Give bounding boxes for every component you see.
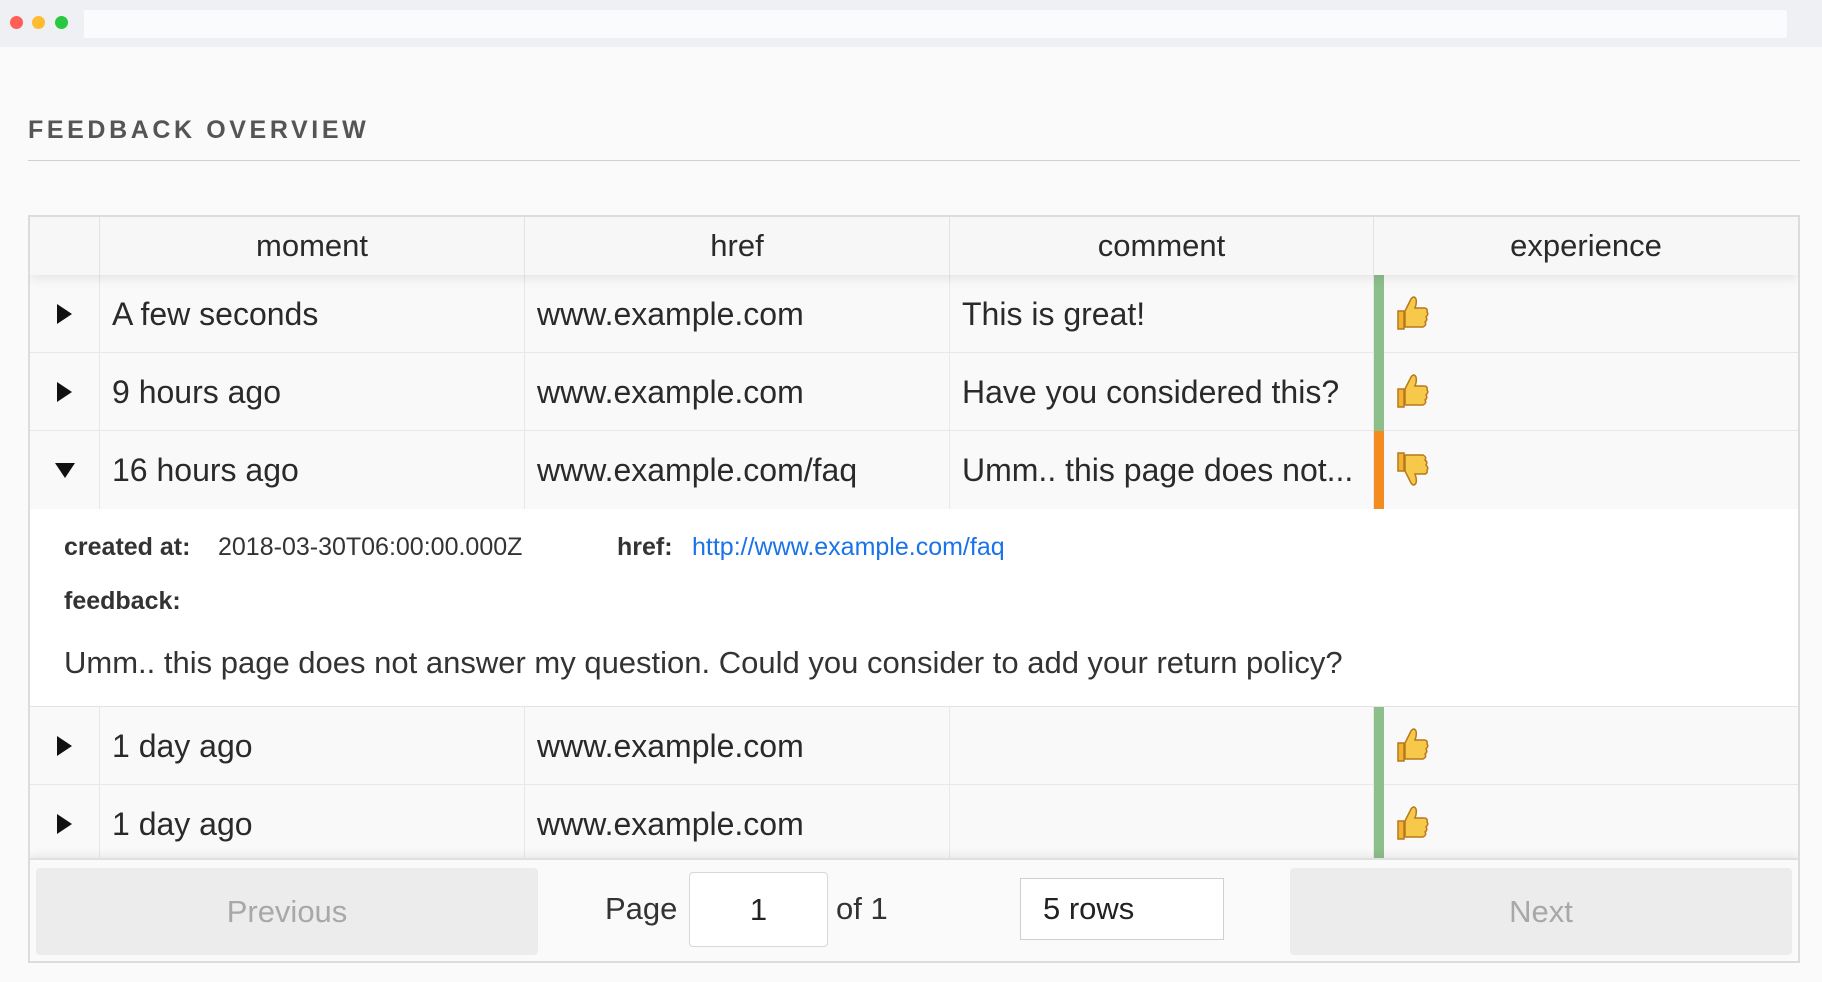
- rows-per-page-select[interactable]: 5 rows: [1020, 878, 1224, 940]
- cell-moment: 1 day ago: [100, 707, 525, 785]
- experience-indicator: [1374, 275, 1384, 353]
- cell-href: www.example.com: [525, 707, 950, 785]
- cell-experience: [1374, 431, 1798, 509]
- cell-comment: [950, 785, 1374, 863]
- thumbs-up-icon: [1397, 296, 1429, 330]
- table-row[interactable]: A few seconds www.example.com This is gr…: [30, 275, 1798, 353]
- cell-href: www.example.com: [525, 353, 950, 431]
- address-bar[interactable]: [84, 10, 1787, 38]
- cell-href: www.example.com: [525, 275, 950, 353]
- cell-href: www.example.com: [525, 785, 950, 863]
- column-header-experience[interactable]: experience: [1374, 217, 1798, 275]
- cell-comment: This is great!: [950, 275, 1374, 353]
- header-expander: [30, 217, 100, 275]
- row-expand-toggle[interactable]: [30, 707, 100, 785]
- experience-indicator: [1374, 353, 1384, 431]
- close-window-button[interactable]: [10, 16, 23, 29]
- cell-experience: [1374, 707, 1798, 785]
- cell-experience: [1374, 353, 1798, 431]
- cell-moment: 1 day ago: [100, 785, 525, 863]
- table-row[interactable]: 9 hours ago www.example.com Have you con…: [30, 353, 1798, 431]
- cell-moment: A few seconds: [100, 275, 525, 353]
- feedback-text: Umm.. this page does not answer my quest…: [64, 645, 1343, 680]
- caret-right-icon: [57, 304, 72, 324]
- browser-chrome: [0, 0, 1822, 47]
- thumbs-up-icon: [1397, 728, 1429, 762]
- experience-indicator: [1374, 431, 1384, 509]
- pagination-bar: Previous Page of 1 5 rows Next: [30, 858, 1798, 961]
- previous-button[interactable]: Previous: [36, 868, 538, 955]
- row-expand-toggle[interactable]: [30, 353, 100, 431]
- thumbs-up-icon: [1397, 374, 1429, 408]
- title-divider: [28, 160, 1800, 161]
- cell-moment: 16 hours ago: [100, 431, 525, 509]
- column-header-comment[interactable]: comment: [950, 217, 1374, 275]
- minimize-window-button[interactable]: [32, 16, 45, 29]
- caret-right-icon: [57, 736, 72, 756]
- page-number-input[interactable]: [689, 872, 828, 947]
- maximize-window-button[interactable]: [55, 16, 68, 29]
- cell-comment: Have you considered this?: [950, 353, 1374, 431]
- row-collapse-toggle[interactable]: [30, 431, 100, 509]
- created-at-label: created at:: [64, 533, 191, 561]
- table-row[interactable]: 1 day ago www.example.com: [30, 707, 1798, 785]
- page-total-label: of 1: [836, 891, 888, 926]
- column-header-moment[interactable]: moment: [100, 217, 525, 275]
- thumbs-up-icon: [1397, 806, 1429, 840]
- experience-indicator: [1374, 707, 1384, 785]
- feedback-label: feedback:: [64, 587, 181, 615]
- href-link[interactable]: http://www.example.com/faq: [692, 533, 1005, 562]
- cell-experience: [1374, 785, 1798, 863]
- page-title: FEEDBACK OVERVIEW: [28, 116, 370, 144]
- caret-right-icon: [57, 382, 72, 402]
- row-expand-toggle[interactable]: [30, 785, 100, 863]
- column-header-href[interactable]: href: [525, 217, 950, 275]
- cell-experience: [1374, 275, 1798, 353]
- feedback-table: moment href comment experience A few sec…: [28, 215, 1800, 963]
- table-header: moment href comment experience: [30, 217, 1798, 275]
- cell-comment: Umm.. this page does not...: [950, 431, 1374, 509]
- table-row[interactable]: 1 day ago www.example.com: [30, 785, 1798, 863]
- experience-indicator: [1374, 785, 1384, 863]
- caret-down-icon: [54, 462, 75, 478]
- created-at-value: 2018-03-30T06:00:00.000Z: [218, 533, 523, 561]
- next-button[interactable]: Next: [1290, 868, 1792, 955]
- href-label: href:: [617, 533, 673, 561]
- thumbs-down-icon: [1397, 452, 1429, 486]
- page-label: Page: [605, 891, 678, 926]
- row-detail-panel: created at: 2018-03-30T06:00:00.000Z hre…: [30, 509, 1798, 707]
- row-expand-toggle[interactable]: [30, 275, 100, 353]
- cell-moment: 9 hours ago: [100, 353, 525, 431]
- cell-comment: [950, 707, 1374, 785]
- caret-right-icon: [57, 814, 72, 834]
- cell-href: www.example.com/faq: [525, 431, 950, 509]
- table-row[interactable]: 16 hours ago www.example.com/faq Umm.. t…: [30, 431, 1798, 509]
